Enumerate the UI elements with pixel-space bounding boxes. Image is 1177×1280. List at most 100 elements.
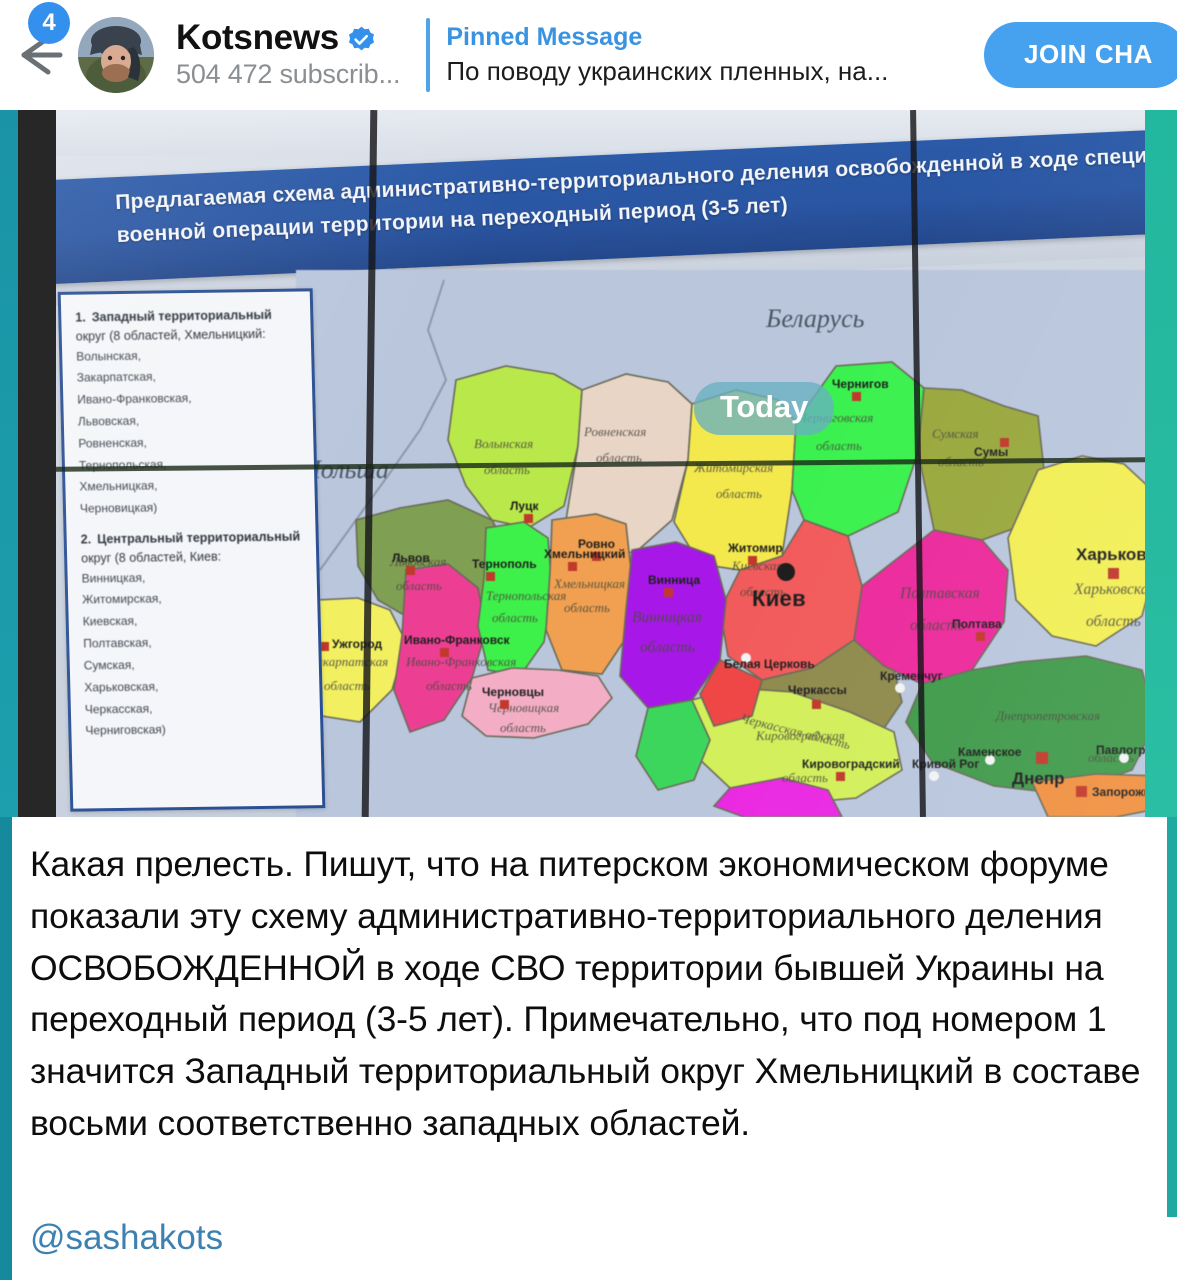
region-label: область bbox=[640, 639, 695, 656]
city-label: Черновцы bbox=[482, 685, 544, 699]
pinned-message-text: По поводу украинских пленных, на... bbox=[446, 56, 889, 87]
city-marker bbox=[929, 771, 939, 781]
city-marker bbox=[500, 700, 509, 709]
photo-edge-left bbox=[0, 110, 18, 817]
region-label: Ровненская bbox=[583, 424, 646, 439]
city-label: Ивано-Франковск bbox=[404, 633, 511, 647]
legend-item: Закарпатская, bbox=[76, 369, 157, 385]
legend-block-1: 1. Западный территориальный округ (8 обла… bbox=[75, 306, 303, 521]
capital-label: Киев bbox=[752, 586, 806, 611]
legend-item: Львовская, bbox=[77, 413, 140, 429]
capital-marker bbox=[777, 563, 795, 581]
photo-dark-edge bbox=[18, 110, 56, 817]
slide-legend-card: 1. Западный территориальный округ (8 обла… bbox=[57, 288, 326, 812]
post-photo[interactable]: Предлагаемая схема административно-терри… bbox=[0, 110, 1177, 817]
region-label: Волынская bbox=[474, 436, 533, 451]
legend-item: Ровненская, bbox=[78, 435, 148, 451]
city-marker bbox=[486, 572, 495, 581]
pinned-divider bbox=[426, 18, 431, 92]
region-label: область bbox=[716, 486, 762, 501]
city-label: Хмельницкий bbox=[544, 547, 625, 561]
legend-item: Черновицкая) bbox=[79, 500, 158, 516]
legend-item: Киевская, bbox=[82, 614, 138, 629]
region-label: Черновицкая bbox=[488, 700, 559, 715]
region-label: область bbox=[564, 600, 610, 615]
city-marker bbox=[976, 632, 985, 641]
city-label: Белая Церковь bbox=[724, 657, 815, 671]
pinned-message-label: Pinned Message bbox=[446, 23, 643, 52]
subscriber-count: 504 472 subscrib... bbox=[176, 59, 401, 90]
city-label: Каменское bbox=[958, 745, 1022, 759]
telegram-channel-post-screen: 4 Kotsnews 504 472 subscrib... Pinned Me… bbox=[0, 0, 1177, 1280]
city-label: Сумы bbox=[974, 445, 1008, 459]
region-label: Винницкая bbox=[632, 609, 702, 626]
region-label: область bbox=[500, 720, 546, 735]
caption-edge-left bbox=[0, 817, 12, 1280]
region-label: Днепропетровская bbox=[994, 708, 1100, 723]
city-label: Харьков bbox=[1076, 545, 1147, 564]
city-marker bbox=[568, 562, 577, 571]
city-label: Винница bbox=[648, 573, 700, 587]
legend-2-heading: Центральный территориальный bbox=[96, 529, 301, 547]
city-label: Днепр bbox=[1012, 769, 1065, 788]
city-label: Кировоградский bbox=[802, 757, 900, 771]
legend-item: Полтавская, bbox=[83, 635, 152, 651]
region-label: область bbox=[426, 678, 472, 693]
channel-name: Kotsnews bbox=[176, 17, 339, 57]
city-marker bbox=[664, 588, 673, 597]
city-marker bbox=[852, 392, 861, 401]
pinned-message[interactable]: Pinned Message По поводу украинских плен… bbox=[446, 22, 976, 88]
region-label: Полтавская bbox=[899, 585, 980, 602]
city-marker bbox=[406, 566, 415, 575]
region-label: область bbox=[1086, 613, 1141, 630]
region-label: область bbox=[492, 610, 538, 625]
city-marker bbox=[1108, 568, 1119, 579]
city-label: Запорожье bbox=[1092, 785, 1151, 799]
legend-item: Черкасская, bbox=[84, 701, 153, 717]
city-label: Павлоград bbox=[1096, 743, 1151, 757]
city-marker bbox=[836, 772, 845, 781]
region-label: Сумская bbox=[932, 426, 978, 441]
city-marker bbox=[895, 683, 905, 693]
join-chat-button[interactable]: JOIN CHA bbox=[983, 22, 1177, 88]
city-marker bbox=[748, 556, 757, 565]
city-label: Луцк bbox=[510, 499, 539, 513]
city-label: Чернигов bbox=[832, 377, 889, 391]
city-marker bbox=[812, 700, 821, 709]
legend-item: Черниговская) bbox=[85, 722, 166, 738]
legend-2-number: 2. bbox=[80, 532, 92, 547]
city-label: Черкассы bbox=[788, 683, 847, 697]
legend-block-2: 2. Центральный территориальный округ (8 о… bbox=[80, 528, 308, 743]
channel-title-block: Kotsnews 504 472 subscrib... bbox=[176, 17, 401, 91]
city-marker bbox=[1076, 786, 1087, 797]
city-label: Львов bbox=[392, 551, 430, 565]
region-label: Харьковская bbox=[1073, 581, 1151, 598]
legend-item: Волынская, bbox=[76, 348, 142, 364]
legend-item: Житомирская, bbox=[82, 591, 162, 607]
region-label: область bbox=[396, 578, 442, 593]
legend-1-heading: Западный территориальный bbox=[91, 307, 272, 325]
city-label: Полтава bbox=[952, 617, 1002, 631]
unread-count-badge: 4 bbox=[28, 2, 70, 44]
legend-item: Сумская, bbox=[83, 657, 135, 673]
region-label: Кировоградская bbox=[755, 728, 845, 743]
legend-1-number: 1. bbox=[75, 310, 86, 325]
city-label: Кременчуг bbox=[880, 669, 943, 683]
region-label: область bbox=[782, 770, 828, 785]
legend-item: Хмельницкая, bbox=[79, 478, 158, 495]
photo-edge-right bbox=[1145, 110, 1177, 817]
city-label: Тернополь bbox=[472, 557, 537, 571]
legend-item: Винницкая, bbox=[81, 570, 146, 586]
avatar[interactable] bbox=[78, 17, 154, 93]
post-caption: Какая прелесть. Пишут, что на питерском … bbox=[0, 817, 1177, 1280]
region-label: Ивано-Франковская bbox=[405, 654, 516, 669]
city-marker bbox=[440, 648, 449, 657]
caption-edge-right bbox=[1167, 817, 1177, 1217]
ukraine-administrative-map: Беларусь Польша Волынская область Ровнен… bbox=[296, 270, 1151, 817]
city-marker bbox=[524, 514, 533, 523]
region-label: Хмельницкая bbox=[553, 576, 625, 591]
verified-badge-icon bbox=[348, 26, 375, 53]
city-label: Ужгород bbox=[332, 637, 382, 651]
caption-signature[interactable]: @sashakots bbox=[30, 1218, 223, 1258]
country-label-belarus: Беларусь bbox=[765, 304, 865, 333]
